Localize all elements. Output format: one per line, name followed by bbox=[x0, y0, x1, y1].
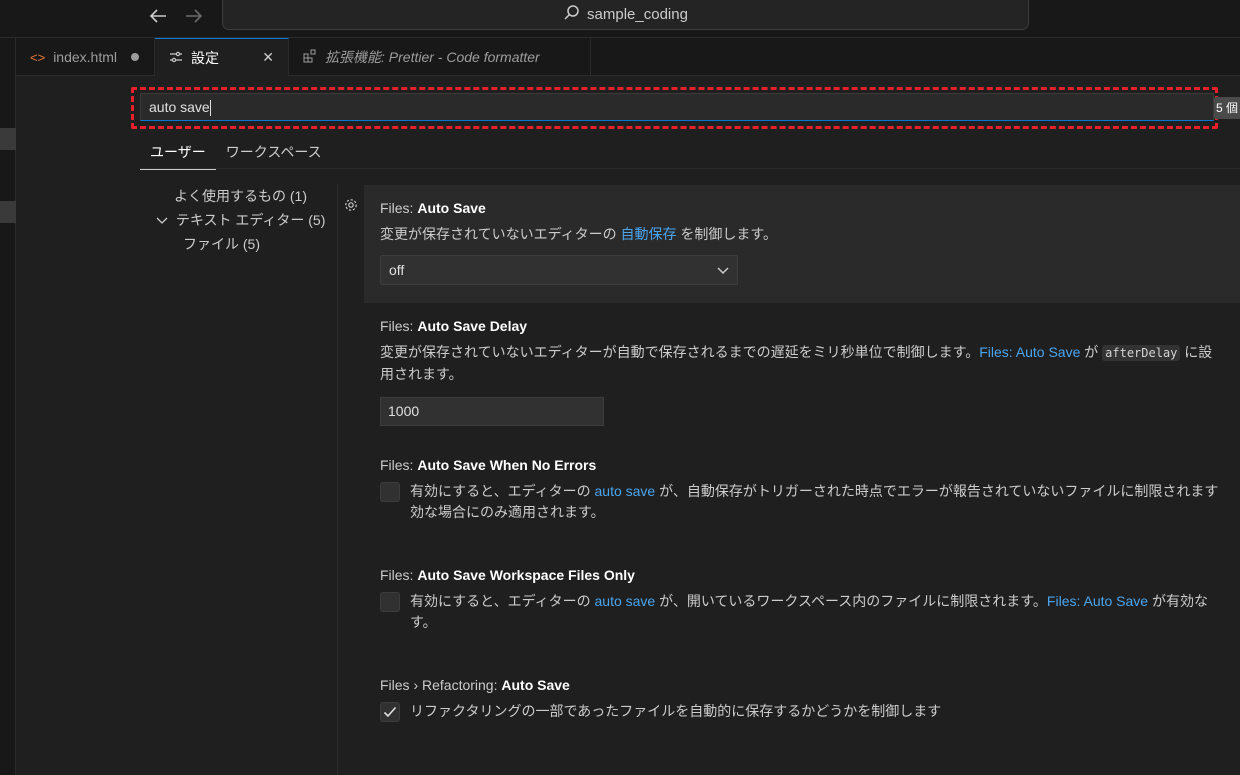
chevron-down-icon bbox=[156, 208, 172, 232]
setting-files-auto-save-no-errors: Files: Auto Save When No Errors 有効にすると、エ… bbox=[364, 457, 1240, 523]
settings-toc: よく使用するもの (1) テキスト エディター (5) ファイル (5) bbox=[140, 184, 336, 256]
command-center-label: sample_coding bbox=[587, 6, 688, 23]
setting-files-auto-save-delay: Files: Auto Save Delay 変更が保存されていないエディターが… bbox=[364, 318, 1240, 426]
toc-item-commonly-used[interactable]: よく使用するもの (1) bbox=[140, 184, 336, 208]
setting-files-auto-save-workspace-only: Files: Auto Save Workspace Files Only 有効… bbox=[364, 567, 1240, 633]
auto-save-link[interactable]: auto save bbox=[595, 483, 656, 499]
toc-label: ファイル (5) bbox=[183, 236, 260, 252]
files-auto-save-link[interactable]: Files: Auto Save bbox=[1047, 593, 1148, 609]
setting-description: リファクタリングの一部であったファイルを自動的に保存するかどうかを制御します bbox=[410, 703, 942, 719]
forward-arrow-icon[interactable] bbox=[180, 4, 208, 28]
activity-indicator[interactable] bbox=[0, 201, 16, 223]
setting-description: 有効にすると、エディターの auto save が、自動保存がトリガーされた時点… bbox=[410, 483, 1219, 499]
check-icon bbox=[383, 706, 397, 718]
tab-index-html[interactable]: <> index.html bbox=[16, 38, 155, 76]
auto-save-link[interactable]: auto save bbox=[595, 593, 656, 609]
settings-search-input[interactable]: auto save bbox=[140, 93, 1214, 121]
tab-settings[interactable]: 設定 ✕ bbox=[155, 38, 289, 76]
text-caret bbox=[209, 100, 211, 117]
toc-label: テキスト エディター (5) bbox=[175, 212, 326, 228]
search-value: auto save bbox=[149, 99, 210, 115]
setting-files-refactoring-auto-save: Files › Refactoring: Auto Save リファクタリングの… bbox=[364, 677, 1240, 722]
auto-save-no-errors-checkbox[interactable] bbox=[380, 482, 400, 502]
setting-title: Files: Auto Save bbox=[380, 200, 486, 216]
tab-label: index.html bbox=[53, 49, 117, 65]
back-arrow-icon[interactable] bbox=[144, 4, 172, 28]
setting-title: Files: Auto Save When No Errors bbox=[380, 457, 597, 473]
command-center-search[interactable]: sample_coding bbox=[222, 0, 1029, 30]
divider bbox=[140, 168, 1240, 169]
auto-save-delay-input[interactable]: 1000 bbox=[380, 397, 604, 426]
setting-files-auto-save: Files: Auto Save 変更が保存されていないエディターの 自動保存 … bbox=[364, 185, 1240, 303]
settings-sliders-icon bbox=[169, 50, 183, 66]
chevron-down-icon bbox=[717, 262, 729, 278]
files-auto-save-link[interactable]: Files: Auto Save bbox=[979, 344, 1080, 360]
search-icon bbox=[563, 4, 581, 26]
code-after-delay: afterDelay bbox=[1102, 345, 1181, 361]
scope-tabs: ユーザー ワークスペース bbox=[140, 138, 332, 170]
setting-title: Files › Refactoring: Auto Save bbox=[380, 677, 570, 693]
activity-indicator[interactable] bbox=[0, 128, 16, 150]
gear-icon[interactable] bbox=[343, 197, 359, 216]
setting-title: Files: Auto Save Workspace Files Only bbox=[380, 567, 635, 583]
tab-extension-prettier[interactable]: 拡張機能: Prettier - Code formatter bbox=[289, 38, 591, 76]
tab-label: 拡張機能: Prettier - Code formatter bbox=[325, 49, 540, 65]
checkbox-row: 有効にすると、エディターの auto save が、開いているワークスペース内の… bbox=[380, 591, 1224, 633]
tab-label: 設定 bbox=[191, 49, 219, 66]
toc-item-files[interactable]: ファイル (5) bbox=[140, 232, 336, 256]
auto-save-workspace-checkbox[interactable] bbox=[380, 592, 400, 612]
setting-description: 変更が保存されていないエディターが自動で保存されるまでの遅延をミリ秒単位で制御し… bbox=[380, 344, 1213, 361]
code-icon: <> bbox=[30, 49, 46, 65]
extensions-icon bbox=[303, 49, 317, 66]
auto-save-select[interactable]: off bbox=[380, 255, 738, 285]
editor-tab-bar: <> index.html 設定 ✕ 拡張機能: Prettier - Code… bbox=[16, 38, 1240, 76]
setting-description: 変更が保存されていないエディターの 自動保存 を制御します。 bbox=[380, 226, 777, 242]
activity-bar bbox=[0, 38, 16, 775]
toc-item-text-editor[interactable]: テキスト エディター (5) bbox=[140, 208, 336, 232]
setting-description-cont: 効な場合にのみ適用されます。 bbox=[410, 504, 605, 520]
setting-description: 有効にすると、エディターの auto save が、開いているワークスペース内の… bbox=[410, 593, 1208, 609]
close-icon[interactable]: ✕ bbox=[262, 49, 274, 66]
auto-save-link[interactable]: 自動保存 bbox=[621, 226, 677, 242]
tab-user[interactable]: ユーザー bbox=[140, 138, 216, 170]
setting-description-cont: 用されます。 bbox=[380, 366, 463, 382]
setting-description-cont: す。 bbox=[410, 614, 437, 630]
select-value: off bbox=[389, 262, 405, 278]
setting-title: Files: Auto Save Delay bbox=[380, 318, 528, 334]
checkbox-row: リファクタリングの一部であったファイルを自動的に保存するかどうかを制御します bbox=[380, 701, 1224, 722]
unsaved-dot-icon[interactable] bbox=[131, 53, 139, 61]
checkbox-row: 有効にすると、エディターの auto save が、自動保存がトリガーされた時点… bbox=[380, 481, 1224, 523]
title-bar: sample_coding bbox=[0, 0, 1240, 38]
tab-workspace[interactable]: ワークスペース bbox=[216, 138, 332, 170]
divider bbox=[337, 184, 338, 775]
toc-label: よく使用するもの (1) bbox=[174, 188, 307, 204]
result-count-badge: 5 個 bbox=[1214, 97, 1240, 119]
refactoring-auto-save-checkbox[interactable] bbox=[380, 702, 400, 722]
